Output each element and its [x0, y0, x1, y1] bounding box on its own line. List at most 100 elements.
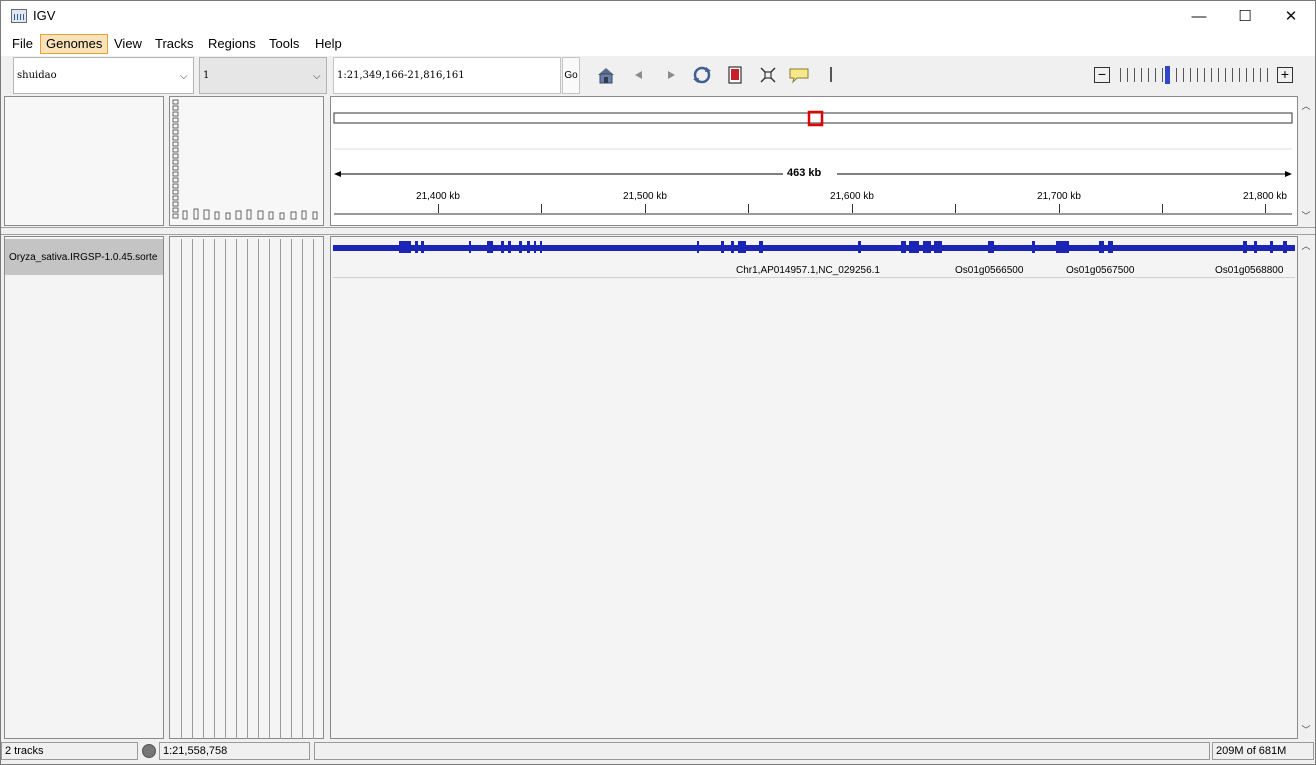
feature-exon[interactable]	[415, 241, 418, 253]
window-title: IGV	[33, 8, 56, 23]
feature-exon[interactable]	[1243, 241, 1247, 253]
ruler-line-icon[interactable]	[830, 67, 832, 82]
menu-view[interactable]: View	[109, 34, 147, 54]
feature-exon[interactable]	[738, 241, 746, 253]
feature-exon[interactable]	[487, 241, 493, 253]
data-scroll-up-icon[interactable]: ︿	[1299, 239, 1313, 253]
feature-exon[interactable]	[858, 241, 861, 253]
menu-bar: File Genomes View Tracks Regions Tools H…	[1, 32, 1315, 56]
feature-exon[interactable]	[1270, 241, 1273, 253]
feature-exon[interactable]	[519, 241, 522, 253]
feature-exon[interactable]	[1283, 241, 1287, 253]
chevron-down-icon: ⌵	[313, 71, 321, 82]
ruler-tick-label: 21,600 kb	[830, 191, 874, 202]
close-button[interactable]: ✕	[1268, 1, 1314, 32]
maximize-button[interactable]: ☐	[1222, 1, 1268, 32]
ruler-tick	[1059, 204, 1060, 213]
feature-exon[interactable]	[759, 241, 763, 253]
feature-exon[interactable]	[697, 241, 699, 253]
feature-exon[interactable]	[534, 241, 536, 253]
zoom-out-button[interactable]: −	[1094, 67, 1110, 83]
feature-exon[interactable]	[909, 241, 919, 253]
attribute-column	[258, 239, 259, 739]
feature-exon[interactable]	[1099, 241, 1104, 253]
home-icon[interactable]	[596, 66, 616, 84]
minimize-button[interactable]: —	[1176, 1, 1222, 32]
menu-regions[interactable]: Regions	[203, 34, 261, 54]
genome-value: shuidao	[17, 70, 57, 81]
feature-exon[interactable]	[469, 241, 471, 253]
forward-icon[interactable]	[661, 66, 681, 84]
status-bar: 2 tracks 1:21,558,758 209M of 681M	[1, 741, 1315, 761]
status-track-count: 2 tracks	[1, 742, 138, 760]
attribute-column	[203, 239, 204, 739]
ruler-tick-label: 21,700 kb	[1037, 191, 1081, 202]
feature-exon[interactable]	[923, 241, 931, 253]
status-indicator-icon	[142, 744, 156, 758]
feature-exon[interactable]	[1108, 241, 1113, 253]
feature-exon[interactable]	[731, 241, 734, 253]
gene-label: Os01g0566500	[955, 265, 1024, 276]
locus-input[interactable]: 1:21,349,166-21,816,161	[333, 57, 561, 94]
feature-exon[interactable]	[421, 241, 424, 253]
feature-exon[interactable]	[399, 241, 411, 253]
attribute-column	[214, 239, 215, 739]
zoom-in-button[interactable]: +	[1277, 67, 1293, 83]
refresh-icon[interactable]	[692, 66, 712, 84]
chromosome-ideogram[interactable]	[331, 97, 1297, 225]
feature-exon[interactable]	[934, 241, 942, 253]
feature-exon[interactable]	[501, 241, 504, 253]
back-icon[interactable]	[629, 66, 649, 84]
chromosome-value: 1	[203, 70, 210, 81]
ruler-span-label: 463 kb	[784, 167, 825, 179]
attribute-column	[302, 239, 303, 739]
feature-exon[interactable]	[1254, 241, 1257, 253]
track-name-selected[interactable]: Oryza_sativa.IRGSP-1.0.45.sorte	[5, 239, 163, 275]
attribute-column	[247, 239, 248, 739]
track-separator	[333, 277, 1295, 278]
attribute-column	[291, 239, 292, 739]
menu-tracks[interactable]: Tracks	[150, 34, 199, 54]
title-bar: IGV — ☐ ✕	[1, 1, 1315, 32]
resize-icon[interactable]	[758, 66, 778, 84]
region-of-interest-icon[interactable]	[725, 66, 745, 84]
feature-exon[interactable]	[527, 241, 530, 253]
panel-divider[interactable]	[1, 227, 1315, 235]
track-data-panel	[330, 236, 1298, 739]
menu-help[interactable]: Help	[310, 34, 347, 54]
toolbar: shuidao ⌵ 1 ⌵ 1:21,349,166-21,816,161 Go	[1, 56, 1315, 94]
gene-label: Chr1,AP014957.1,NC_029256.1	[736, 265, 880, 276]
igv-window: IGV — ☐ ✕ File Genomes View Tracks Regio…	[0, 0, 1316, 765]
zoom-slider-thumb[interactable]	[1165, 66, 1170, 84]
ruler-tick	[748, 204, 749, 213]
zoom-slider[interactable]	[1120, 68, 1270, 82]
ruler-tick-label: 21,400 kb	[416, 191, 460, 202]
ruler-tick	[438, 204, 439, 213]
feature-exon[interactable]	[540, 241, 542, 253]
attribute-column	[236, 239, 237, 739]
ruler-tick	[1162, 204, 1163, 213]
gene-track-line[interactable]	[333, 245, 1295, 251]
status-memory[interactable]: 209M of 681M	[1212, 742, 1314, 760]
menu-genomes[interactable]: Genomes	[40, 34, 109, 54]
go-button[interactable]: Go	[562, 57, 580, 94]
status-message	[314, 742, 1210, 760]
chromosome-dropdown[interactable]: 1 ⌵	[199, 57, 327, 94]
feature-exon[interactable]	[721, 241, 724, 253]
menu-file[interactable]: File	[7, 34, 38, 54]
header-scroll-down-icon[interactable]: ﹀	[1299, 209, 1313, 223]
header-name-panel	[4, 96, 164, 226]
header-scroll-up-icon[interactable]: ︿	[1299, 99, 1313, 113]
feature-exon[interactable]	[988, 241, 994, 253]
menu-tools[interactable]: Tools	[264, 34, 304, 54]
feature-exon[interactable]	[1056, 241, 1069, 253]
data-scroll-down-icon[interactable]: ﹀	[1299, 723, 1313, 737]
feature-exon[interactable]	[508, 241, 511, 253]
genome-dropdown[interactable]: shuidao ⌵	[13, 57, 194, 94]
attribute-column	[192, 239, 193, 739]
feature-exon[interactable]	[1032, 241, 1035, 253]
speech-bubble-icon[interactable]	[789, 66, 809, 84]
attribute-column	[225, 239, 226, 739]
feature-exon[interactable]	[901, 241, 906, 253]
ruler-tick	[1265, 204, 1266, 213]
